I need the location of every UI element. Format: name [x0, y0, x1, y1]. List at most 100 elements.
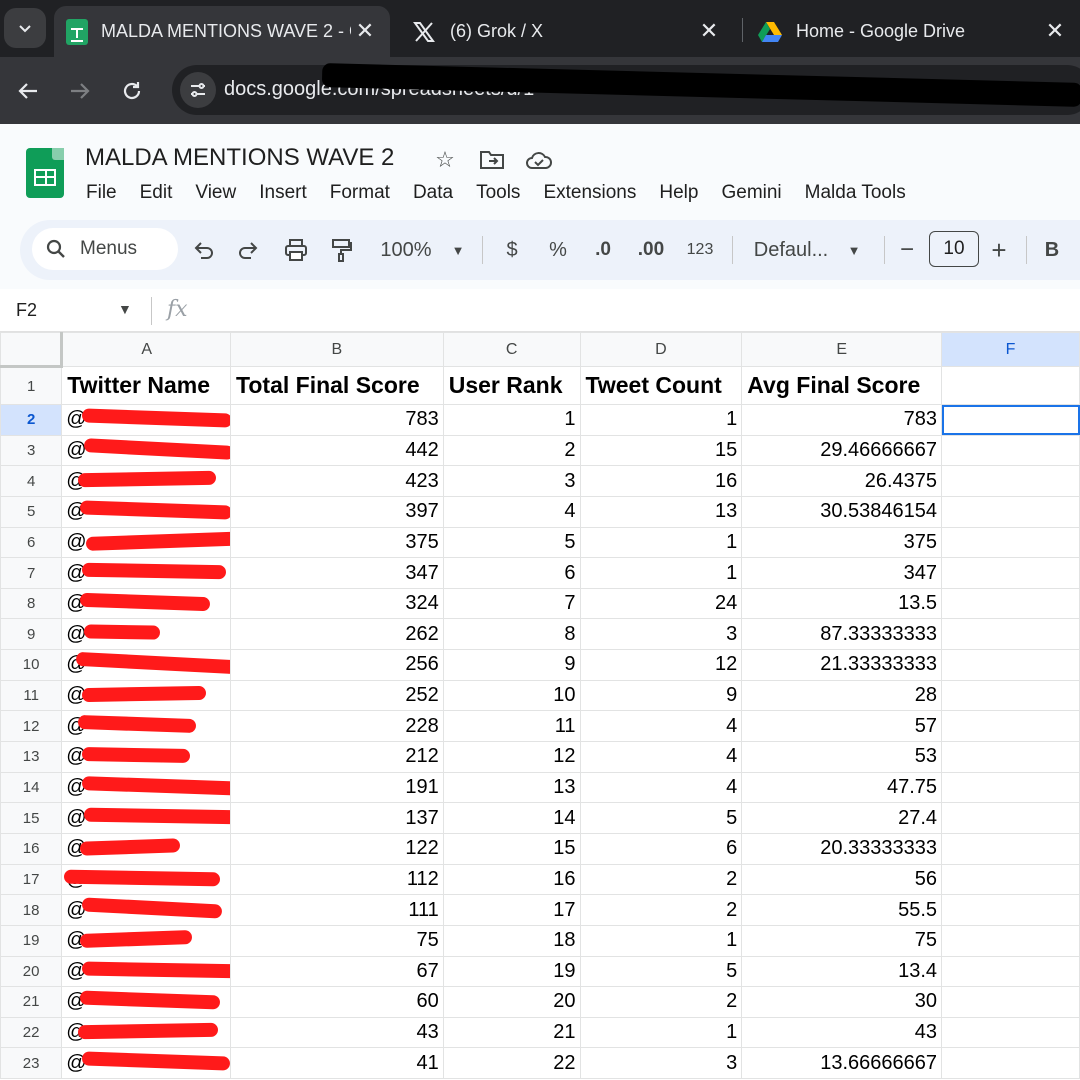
cell-total-final-score[interactable]: 442 — [230, 434, 444, 467]
empty-cell[interactable] — [941, 1047, 1080, 1080]
cell-tweet-count[interactable]: 4 — [579, 741, 743, 773]
currency-format-button[interactable]: $ — [500, 230, 524, 270]
cell-avg-final-score[interactable]: 30.53846154 — [741, 495, 943, 528]
redo-button[interactable] — [234, 230, 262, 270]
empty-cell[interactable] — [941, 863, 1080, 896]
cell-total-final-score[interactable]: 137 — [230, 802, 444, 834]
undo-button[interactable] — [190, 230, 218, 270]
row-header[interactable]: 8 — [0, 587, 63, 620]
cell-total-final-score[interactable]: 783 — [230, 404, 444, 436]
cell-avg-final-score[interactable]: 30 — [741, 986, 943, 1018]
cell-tweet-count[interactable]: 1 — [579, 526, 743, 559]
cell-twitter-name[interactable]: @ — [61, 771, 232, 804]
cell-user-rank[interactable]: 19 — [442, 955, 581, 988]
empty-cell[interactable] — [941, 955, 1080, 988]
cell-total-final-score[interactable]: 75 — [230, 924, 444, 957]
increase-font-size-button[interactable]: + — [988, 230, 1010, 270]
row-header[interactable]: 7 — [0, 557, 63, 589]
select-all-corner[interactable] — [0, 332, 64, 368]
menu-tools[interactable]: Tools — [476, 182, 520, 204]
close-tab-icon[interactable]: ✕ — [1042, 18, 1068, 44]
empty-cell[interactable] — [941, 587, 1080, 620]
name-box[interactable]: F2 — [16, 300, 37, 321]
cell-tweet-count[interactable]: 4 — [579, 771, 743, 804]
paint-format-button[interactable] — [328, 230, 356, 270]
cell-user-rank[interactable]: 3 — [442, 465, 581, 497]
column-header-d[interactable]: D — [579, 332, 743, 367]
increase-decimal-button[interactable]: .00 — [634, 230, 668, 270]
cell-user-rank[interactable]: 5 — [442, 526, 581, 559]
row-header[interactable]: 10 — [0, 649, 63, 681]
cell-tweet-count[interactable]: 9 — [579, 679, 743, 712]
cell-avg-final-score[interactable]: 20.33333333 — [741, 832, 943, 865]
cell-tweet-count[interactable]: 3 — [579, 1047, 743, 1080]
cell-tweet-count[interactable]: 4 — [579, 710, 743, 743]
row-header[interactable]: 9 — [0, 618, 63, 651]
empty-cell[interactable] — [941, 924, 1080, 957]
row-header[interactable]: 20 — [0, 955, 63, 988]
sheets-logo-icon[interactable] — [26, 148, 64, 198]
cell-user-rank[interactable]: 16 — [442, 863, 581, 896]
bold-button[interactable]: B — [1042, 230, 1062, 270]
cell-total-final-score[interactable]: 423 — [230, 465, 444, 497]
row-header[interactable]: 21 — [0, 986, 63, 1018]
cell-total-final-score[interactable]: 43 — [230, 1016, 444, 1049]
row-header[interactable]: 11 — [0, 679, 63, 712]
cell-avg-final-score[interactable]: 55.5 — [741, 894, 943, 926]
row-header[interactable]: 22 — [0, 1016, 63, 1049]
caret-down-icon[interactable]: ▼ — [844, 230, 864, 270]
empty-cell[interactable] — [941, 679, 1080, 712]
cell-tweet-count[interactable]: 2 — [579, 986, 743, 1018]
cell-avg-final-score[interactable]: 53 — [741, 741, 943, 773]
row-header[interactable]: 23 — [0, 1047, 63, 1080]
cell-tweet-count[interactable]: 2 — [579, 894, 743, 926]
cell-twitter-name[interactable]: @ — [61, 986, 232, 1018]
tab-grok-x[interactable]: (6) Grok / X ✕ — [398, 6, 734, 57]
forward-button[interactable] — [62, 73, 98, 109]
cell-total-final-score[interactable]: 60 — [230, 986, 444, 1018]
cell-total-final-score[interactable]: 67 — [230, 955, 444, 988]
cell-twitter-name[interactable]: @ — [61, 587, 232, 620]
cell-twitter-name[interactable]: @ — [61, 924, 232, 957]
cell-total-final-score[interactable]: 256 — [230, 649, 444, 681]
zoom-select[interactable]: 100% — [376, 230, 436, 270]
header-cell-twitter-name[interactable]: Twitter Name — [61, 366, 232, 405]
cell-total-final-score[interactable]: 252 — [230, 679, 444, 712]
cell-tweet-count[interactable]: 1 — [579, 404, 743, 436]
cell-tweet-count[interactable]: 15 — [579, 434, 743, 467]
header-cell-user-rank[interactable]: User Rank — [442, 366, 581, 405]
cell-twitter-name[interactable]: @ — [61, 802, 232, 834]
empty-cell[interactable] — [941, 1016, 1080, 1049]
font-select[interactable]: Defaul... — [750, 230, 832, 270]
cell-user-rank[interactable]: 12 — [442, 741, 581, 773]
empty-cell[interactable] — [941, 557, 1080, 589]
header-cell-tweet-count[interactable]: Tweet Count — [579, 366, 743, 405]
cell-user-rank[interactable]: 2 — [442, 434, 581, 467]
cell-avg-final-score[interactable]: 57 — [741, 710, 943, 743]
cell-user-rank[interactable]: 11 — [442, 710, 581, 743]
cell-avg-final-score[interactable]: 13.4 — [741, 955, 943, 988]
column-header-e[interactable]: E — [741, 332, 943, 367]
tab-google-drive[interactable]: Home - Google Drive ✕ — [744, 6, 1080, 57]
row-header[interactable]: 17 — [0, 863, 63, 896]
row-header[interactable]: 1 — [0, 366, 63, 405]
cell-avg-final-score[interactable]: 47.75 — [741, 771, 943, 804]
cell-twitter-name[interactable]: @ — [61, 465, 232, 497]
selected-cell-f2[interactable] — [941, 404, 1080, 436]
cell-total-final-score[interactable]: 397 — [230, 495, 444, 528]
cell-user-rank[interactable]: 22 — [442, 1047, 581, 1080]
cell-twitter-name[interactable]: @ — [61, 955, 232, 988]
cell-twitter-name[interactable]: @ — [61, 495, 232, 528]
cell-twitter-name[interactable]: @ — [61, 618, 232, 651]
menu-data[interactable]: Data — [413, 182, 453, 204]
document-title[interactable]: MALDA MENTIONS WAVE 2 — [85, 144, 394, 172]
cell-avg-final-score[interactable]: 21.33333333 — [741, 649, 943, 681]
cell-twitter-name[interactable]: @ — [61, 526, 232, 559]
cell-user-rank[interactable]: 14 — [442, 802, 581, 834]
cell-user-rank[interactable]: 1 — [442, 404, 581, 436]
close-tab-icon[interactable]: ✕ — [696, 18, 722, 44]
empty-cell[interactable] — [941, 771, 1080, 804]
cell-avg-final-score[interactable]: 783 — [741, 404, 943, 436]
close-tab-icon[interactable]: ✕ — [352, 18, 378, 44]
cell-tweet-count[interactable]: 16 — [579, 465, 743, 497]
